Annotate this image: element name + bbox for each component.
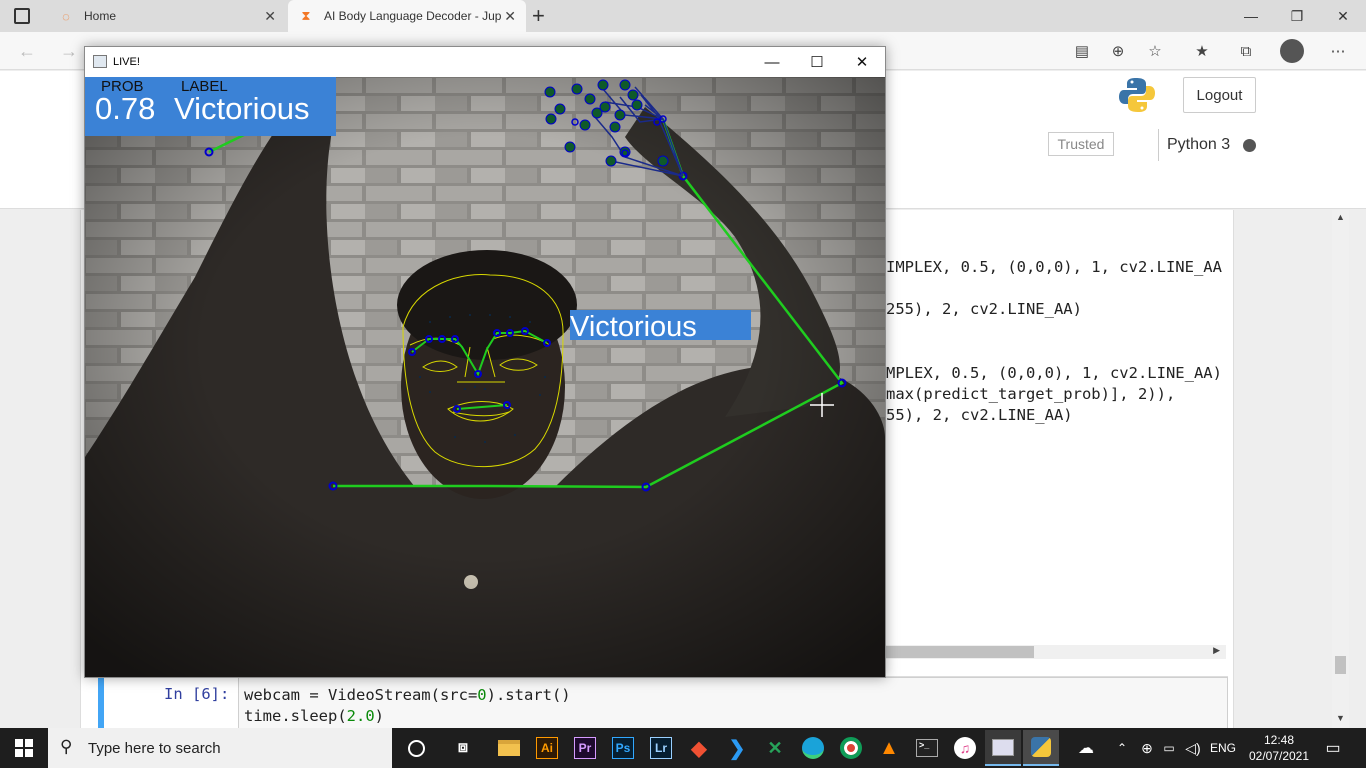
live-window-title: LIVE! — [113, 56, 140, 68]
photoshop-icon[interactable]: Ps — [607, 732, 639, 764]
hourglass-icon: ⧗ — [301, 8, 311, 23]
profile-avatar[interactable] — [1280, 39, 1304, 63]
tab-home-label: Home — [84, 9, 117, 23]
face-label: Victorious — [570, 311, 697, 343]
search-placeholder: Type here to search — [88, 739, 221, 757]
back-icon[interactable]: ← — [14, 38, 40, 64]
cortana-icon[interactable] — [400, 732, 432, 764]
notifications-icon[interactable]: ▭ — [1320, 728, 1346, 768]
close-tab-icon[interactable]: ✕ — [264, 8, 276, 25]
chrome-icon[interactable] — [835, 732, 867, 764]
logout-button[interactable]: Logout — [1183, 77, 1256, 113]
illustrator-icon[interactable]: Ai — [531, 732, 563, 764]
explorer-window-icon[interactable] — [985, 730, 1021, 766]
task-view-icon[interactable]: ⧈ — [447, 732, 479, 764]
browser-tab-bar: ◌ Home ✕ ⧗ AI Body Language Decoder - Ju… — [0, 0, 1366, 32]
taskbar-search-box[interactable]: ⚲ Type here to search — [48, 728, 392, 768]
scroll-up-icon[interactable]: ▲ — [1336, 212, 1345, 222]
restore-icon[interactable]: ❐ — [1274, 0, 1320, 32]
horizontal-scrollbar[interactable]: ▶ — [886, 645, 1226, 659]
git-icon[interactable]: ◆ — [683, 732, 715, 764]
vlc-icon[interactable]: ▲ — [873, 732, 905, 764]
code-line: time.sleep(2.0) — [244, 707, 384, 725]
terminal-icon[interactable]: >_ — [911, 732, 943, 764]
code-line: MPLEX, 0.5, (0,0,0), 1, cv2.LINE_AA) — [886, 364, 1222, 382]
close-tab-icon[interactable]: ✕ — [504, 8, 516, 25]
network-icon[interactable]: ⊕ — [1138, 728, 1156, 768]
code-line: 55), 2, cv2.LINE_AA) — [886, 406, 1073, 424]
vscode-icon[interactable]: ❯ — [721, 732, 753, 764]
window-app-icon — [93, 55, 107, 68]
live-window-titlebar[interactable]: LIVE! — ☐ ✕ — [85, 47, 885, 77]
minimize-icon[interactable]: — — [749, 47, 795, 77]
favorites-icon[interactable]: ★ — [1190, 39, 1214, 63]
scrollbar-thumb[interactable] — [1335, 656, 1346, 674]
volume-icon[interactable]: ◁) — [1184, 728, 1202, 768]
zoom-icon[interactable]: ⊕ — [1106, 39, 1130, 63]
code-editor[interactable]: webcam = VideoStream(src=0).start() time… — [238, 677, 1228, 731]
vertical-scrollbar[interactable]: ▲ ▼ — [1332, 210, 1349, 728]
show-hidden-icons-icon[interactable]: ⌃ — [1114, 728, 1130, 768]
reader-view-icon[interactable]: ▤ — [1070, 39, 1094, 63]
language-indicator[interactable]: ENG — [1208, 728, 1238, 768]
forward-icon[interactable]: → — [56, 38, 82, 64]
maximize-icon[interactable]: ☐ — [794, 47, 840, 77]
python-logo-icon — [1119, 78, 1155, 112]
tab-notebook-label: AI Body Language Decoder - Jup — [324, 9, 502, 23]
input-code-cell[interactable]: In [6]: webcam = VideoStream(src=0).star… — [98, 676, 1228, 731]
kernel-label: Python 3 — [1167, 136, 1231, 153]
kernel-status-icon — [1243, 138, 1257, 152]
add-favorite-icon[interactable]: ☆ — [1143, 39, 1167, 63]
code-line: 255), 2, cv2.LINE_AA) — [886, 300, 1082, 318]
edge-icon[interactable] — [797, 732, 829, 764]
probability-label-box: PROB LABEL 0.78 Victorious — [85, 77, 336, 136]
premiere-icon[interactable]: Pr — [569, 732, 601, 764]
new-tab-button[interactable]: + — [532, 3, 545, 29]
code-line: max(predict_target_prob)], 2)), — [886, 385, 1176, 403]
scroll-right-icon[interactable]: ▶ — [1213, 645, 1220, 656]
more-menu-icon[interactable]: ⋯ — [1326, 39, 1350, 63]
code-line: webcam = VideoStream(src=0).start() — [244, 686, 571, 704]
code-line: IMPLEX, 0.5, (0,0,0), 1, cv2.LINE_AA — [886, 258, 1222, 276]
output-code-cell: IMPLEX, 0.5, (0,0,0), 1, cv2.LINE_AA 255… — [886, 210, 1226, 660]
jupyter-logo-icon: ◌ — [62, 8, 70, 24]
start-button[interactable] — [0, 728, 48, 768]
cell-prompt: In [6]: — [164, 685, 230, 703]
tab-actions-icon[interactable] — [14, 8, 30, 24]
face-label-box: Victorious — [570, 310, 751, 343]
live-video-window[interactable]: LIVE! — ☐ ✕ PROB LABEL 0.78 Victorious V… — [84, 46, 886, 678]
tab-home[interactable]: ◌ Home ✕ — [48, 0, 286, 32]
scrollbar-thumb[interactable] — [886, 646, 1034, 658]
windows-taskbar: ⚲ Type here to search ⧈ Ai Pr Ps Lr ◆ ❯ … — [0, 728, 1366, 768]
tab-notebook[interactable]: ⧗ AI Body Language Decoder - Jup ✕ — [288, 0, 526, 32]
windows-logo-icon — [15, 739, 33, 757]
class-value: Victorious — [174, 91, 310, 126]
clock-time: 12:48 — [1263, 733, 1295, 747]
itunes-icon[interactable]: ♫ — [949, 732, 981, 764]
python-taskbar-icon[interactable] — [1023, 730, 1059, 766]
search-icon: ⚲ — [60, 737, 73, 756]
collections-icon[interactable]: ⧉ — [1234, 39, 1258, 63]
file-explorer-icon[interactable] — [493, 732, 525, 764]
kernel-indicator[interactable]: Python 3 — [1158, 129, 1262, 161]
onedrive-icon[interactable]: ☁ — [1074, 728, 1098, 768]
scroll-down-icon[interactable]: ▼ — [1336, 713, 1345, 723]
trusted-indicator[interactable]: Trusted — [1048, 132, 1114, 156]
clock-date: 02/07/2021 — [1248, 749, 1310, 763]
prob-value: 0.78 — [95, 91, 155, 126]
minimize-icon[interactable]: — — [1228, 0, 1274, 32]
webcam-feed: PROB LABEL 0.78 Victorious Victorious — [85, 77, 885, 677]
lightroom-icon[interactable]: Lr — [645, 732, 677, 764]
clock[interactable]: 12:48 02/07/2021 — [1246, 728, 1312, 768]
close-icon[interactable]: ✕ — [1320, 0, 1366, 32]
excel-icon[interactable]: ✕ — [759, 732, 791, 764]
battery-icon[interactable]: ▭ — [1160, 728, 1178, 768]
close-icon[interactable]: ✕ — [839, 47, 885, 77]
